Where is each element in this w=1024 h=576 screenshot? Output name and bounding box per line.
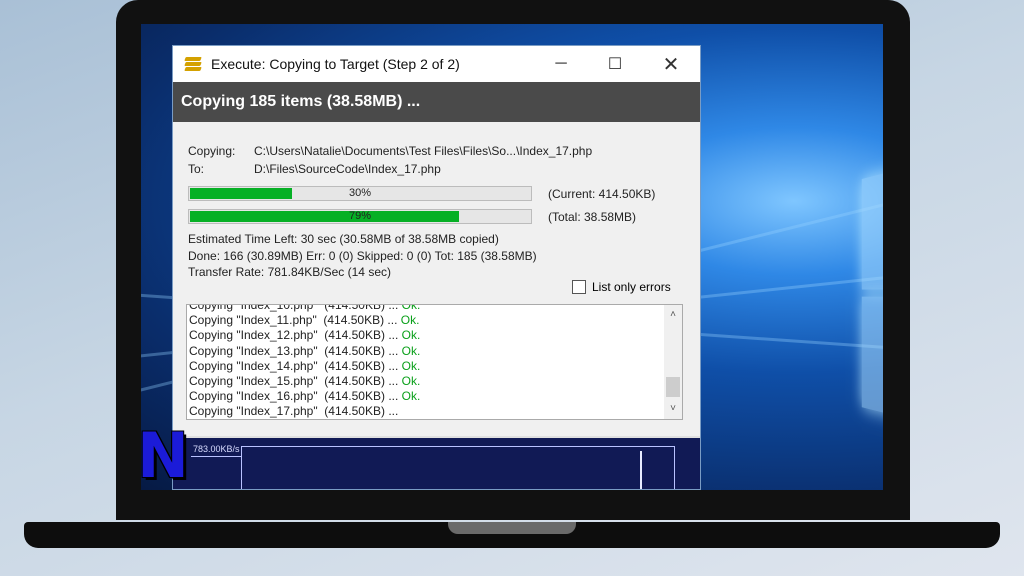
checkbox-box[interactable] xyxy=(572,280,586,294)
scroll-up-icon[interactable]: ˄ xyxy=(664,307,682,323)
log-line-status: Ok. xyxy=(401,328,421,343)
total-progress-bar: 79% xyxy=(188,209,532,224)
current-progress-text: 30% xyxy=(348,187,372,199)
scroll-down-icon[interactable]: ˅ xyxy=(664,401,682,417)
graph-axis xyxy=(191,456,241,457)
current-progress-bar: 30% xyxy=(188,186,532,201)
log-line: Copying "Index_17.php" (414.50KB) ... xyxy=(189,404,662,419)
copy-dialog: Execute: Copying to Target (Step 2 of 2)… xyxy=(172,45,701,490)
watermark-logo: N xyxy=(137,419,189,492)
log-line-status: Ok. xyxy=(400,313,420,328)
log-scrollbar[interactable]: ˄ ˅ xyxy=(664,305,682,419)
maximize-icon[interactable]: ☐ xyxy=(592,46,638,82)
dialog-body: Copying: C:\Users\Natalie\Documents\Test… xyxy=(173,122,700,280)
total-progress-text: 79% xyxy=(348,210,372,222)
graph-rate-label: 783.00KB/s xyxy=(193,444,240,454)
log-line-status: Ok. xyxy=(401,374,421,389)
stats-block: Estimated Time Left: 30 sec (30.58MB of … xyxy=(188,231,685,280)
log-line: Copying "Index_11.php" (414.50KB) ... Ok… xyxy=(189,313,662,328)
list-only-errors-label: List only errors xyxy=(592,280,671,294)
log-line-text: Copying "Index_15.php" (414.50KB) ... xyxy=(189,374,402,389)
total-size: (Total: 38.58MB) xyxy=(548,209,637,224)
current-progress-row: 30% (Current: 414.50KB) xyxy=(188,186,685,201)
app-icon xyxy=(184,56,203,72)
total-progress-row: 79% (Total: 38.58MB) xyxy=(188,209,685,224)
log-line: Copying "Index_16.php" (414.50KB) ... Ok… xyxy=(189,389,662,404)
copy-log[interactable]: Copying "Index_10.php" (414.50KB) ... Ok… xyxy=(186,304,683,420)
header-banner: Copying 185 items (38.58MB) ... xyxy=(173,82,700,122)
log-line-status: Ok. xyxy=(401,389,421,404)
copying-label: Copying: xyxy=(188,144,236,158)
log-line-text: Copying "Index_14.php" (414.50KB) ... xyxy=(189,358,402,373)
source-path: C:\Users\Natalie\Documents\Test Files\Fi… xyxy=(254,144,593,158)
log-lines: Copying "Index_10.php" (414.50KB) ... Ok… xyxy=(189,304,662,419)
log-line-text: Copying "Index_12.php" (414.50KB) ... xyxy=(189,328,402,343)
graph-plot-area xyxy=(241,446,675,489)
scroll-thumb[interactable] xyxy=(666,377,680,397)
close-icon[interactable]: ✕ xyxy=(648,46,694,82)
title-bar[interactable]: Execute: Copying to Target (Step 2 of 2)… xyxy=(173,46,700,82)
log-line: Copying "Index_15.php" (414.50KB) ... Ok… xyxy=(189,374,662,389)
graph-spike xyxy=(640,451,642,489)
log-line: Copying "Index_12.php" (414.50KB) ... Ok… xyxy=(189,328,662,343)
log-line-text: Copying "Index_17.php" (414.50KB) ... xyxy=(189,404,402,419)
eta-text: Estimated Time Left: 30 sec (30.58MB of … xyxy=(188,232,499,246)
minimize-icon[interactable]: ─ xyxy=(538,46,584,82)
log-line-text: Copying "Index_10.php" (414.50KB) ... xyxy=(189,304,402,312)
to-row: To: D:\Files\SourceCode\Index_17.php xyxy=(188,162,685,176)
target-path: D:\Files\SourceCode\Index_17.php xyxy=(254,162,441,176)
window-title: Execute: Copying to Target (Step 2 of 2) xyxy=(211,56,460,72)
log-line-text: Copying "Index_13.php" (414.50KB) ... xyxy=(189,343,402,358)
laptop-notch xyxy=(448,522,576,534)
transfer-graph: 783.00KB/s xyxy=(173,436,700,489)
list-only-errors-checkbox[interactable]: List only errors xyxy=(572,280,671,294)
log-line-status: Ok. xyxy=(401,304,421,312)
done-text: Done: 166 (30.89MB) Err: 0 (0) Skipped: … xyxy=(188,249,537,263)
current-size: (Current: 414.50KB) xyxy=(548,186,656,201)
to-label: To: xyxy=(188,162,205,176)
rate-text: Transfer Rate: 781.84KB/Sec (14 sec) xyxy=(188,265,391,279)
log-line: Copying "Index_14.php" (414.50KB) ... Ok… xyxy=(189,359,662,374)
windows-logo-icon xyxy=(861,144,883,443)
log-line: Copying "Index_10.php" (414.50KB) ... Ok… xyxy=(189,304,662,313)
log-line-text: Copying "Index_11.php" (414.50KB) ... xyxy=(189,313,401,328)
copying-row: Copying: C:\Users\Natalie\Documents\Test… xyxy=(188,144,685,158)
log-line: Copying "Index_13.php" (414.50KB) ... Ok… xyxy=(189,344,662,359)
log-line-status: Ok. xyxy=(401,343,421,358)
log-line-text: Copying "Index_16.php" (414.50KB) ... xyxy=(189,389,402,404)
log-line-status: Ok. xyxy=(401,358,421,373)
